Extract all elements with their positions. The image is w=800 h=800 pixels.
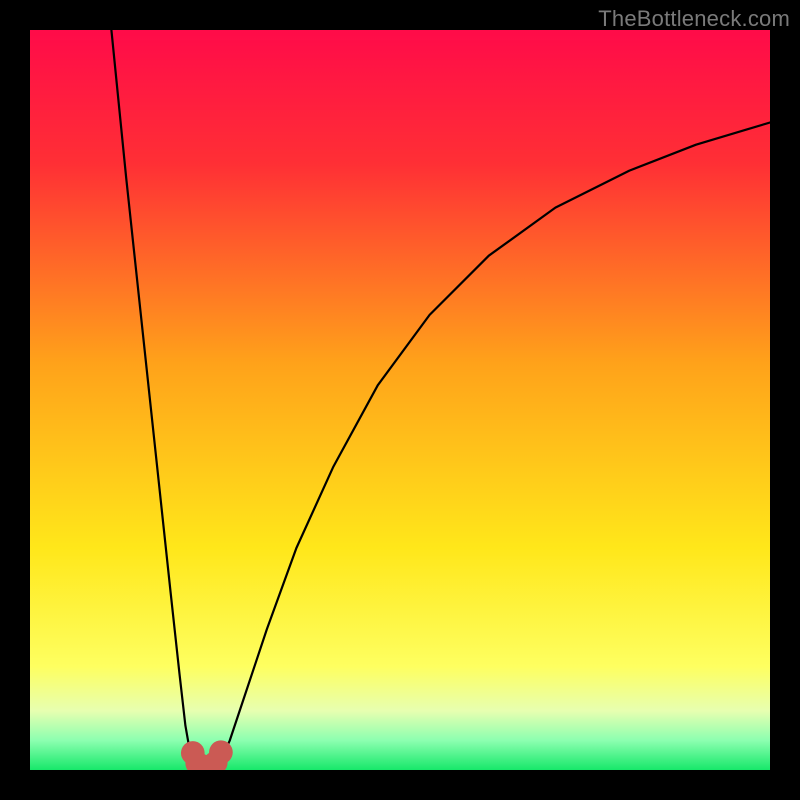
watermark-text: TheBottleneck.com — [598, 6, 790, 32]
gradient-background — [30, 30, 770, 770]
bottleneck-chart — [30, 30, 770, 770]
frame: TheBottleneck.com — [0, 0, 800, 800]
valley-marker — [209, 740, 233, 764]
plot-area — [30, 30, 770, 770]
